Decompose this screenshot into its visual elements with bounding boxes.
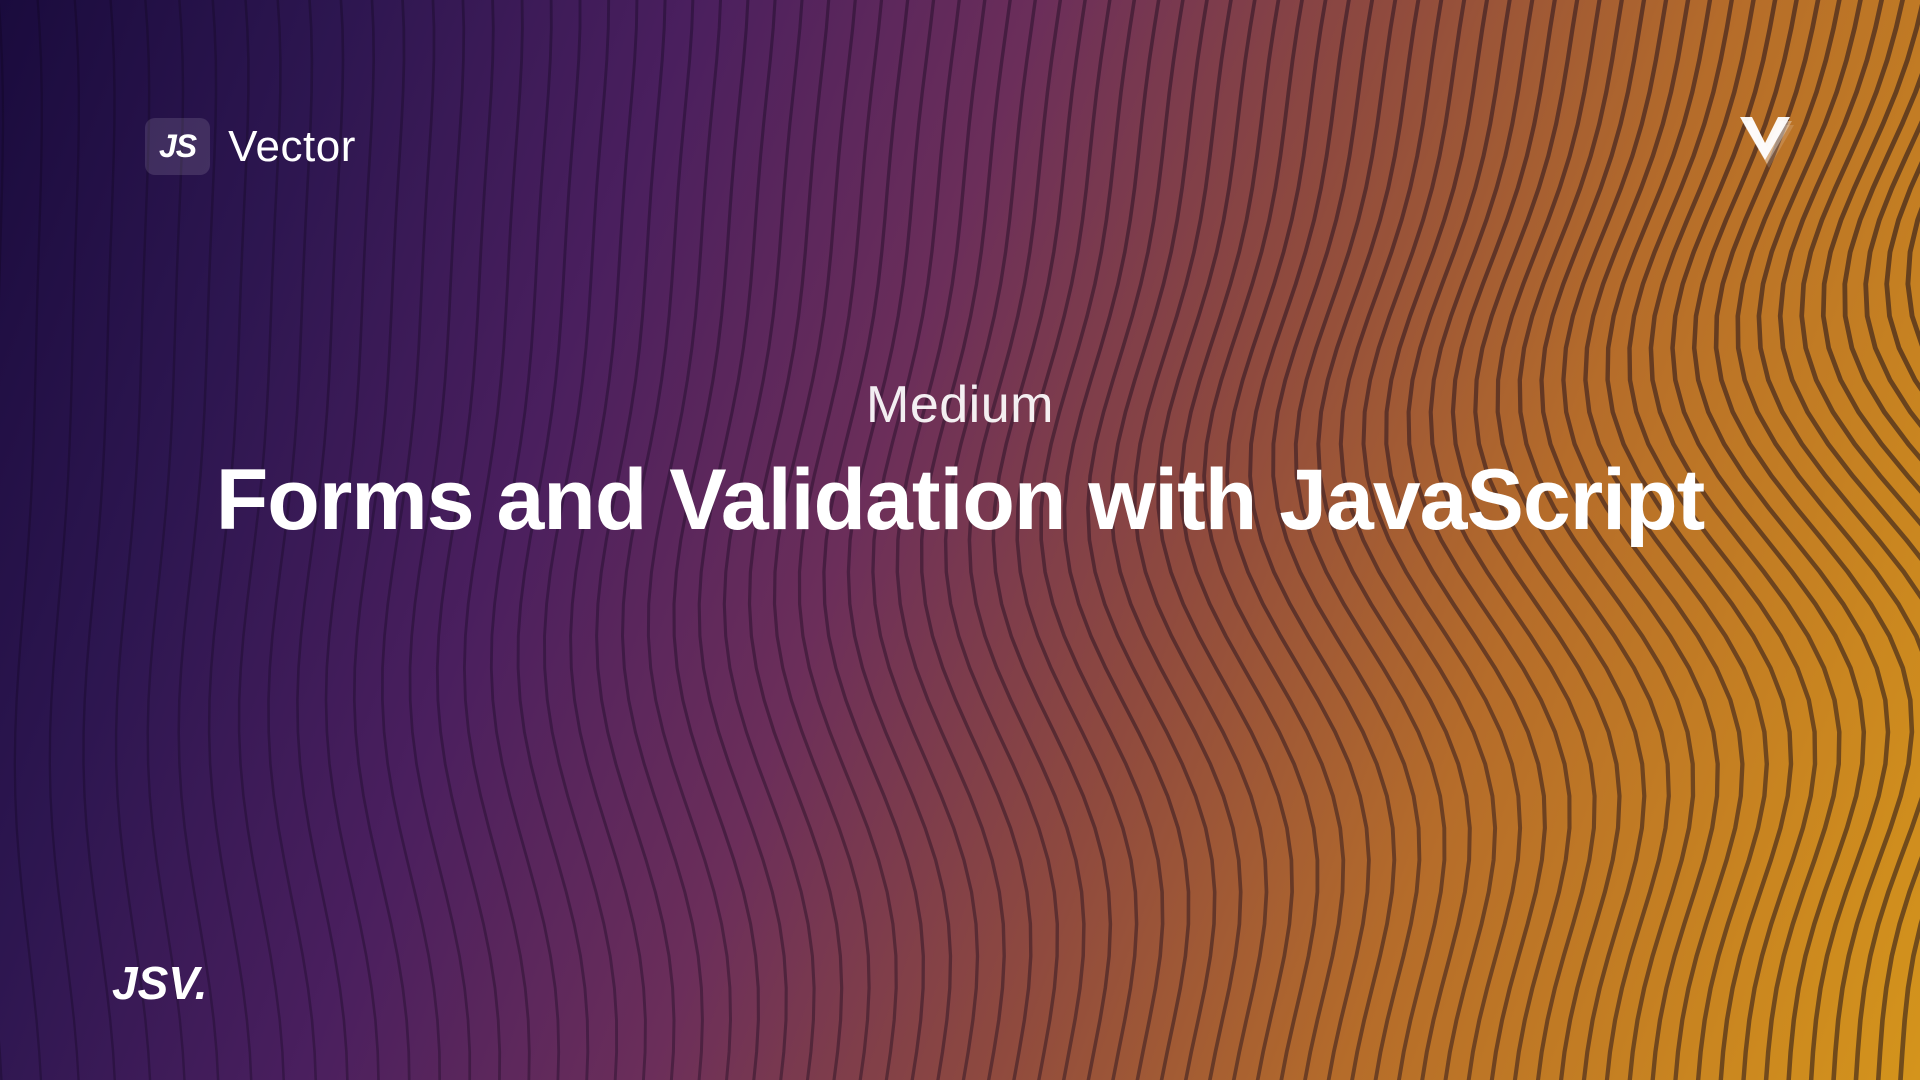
js-badge: JS <box>145 118 210 175</box>
slide-title: Forms and Validation with JavaScript <box>96 451 1824 550</box>
v-mark-icon <box>1730 105 1800 175</box>
js-badge-text: JS <box>159 128 196 164</box>
brand-logo-top: JS Vector <box>145 118 356 175</box>
brand-name: Vector <box>228 122 356 172</box>
slide-content: JS Vector Medium Forms and Validation wi… <box>0 0 1920 1080</box>
footer-logo: JSV. <box>112 956 208 1010</box>
difficulty-label: Medium <box>96 375 1824 435</box>
hero-text-block: Medium Forms and Validation with JavaScr… <box>96 375 1824 550</box>
